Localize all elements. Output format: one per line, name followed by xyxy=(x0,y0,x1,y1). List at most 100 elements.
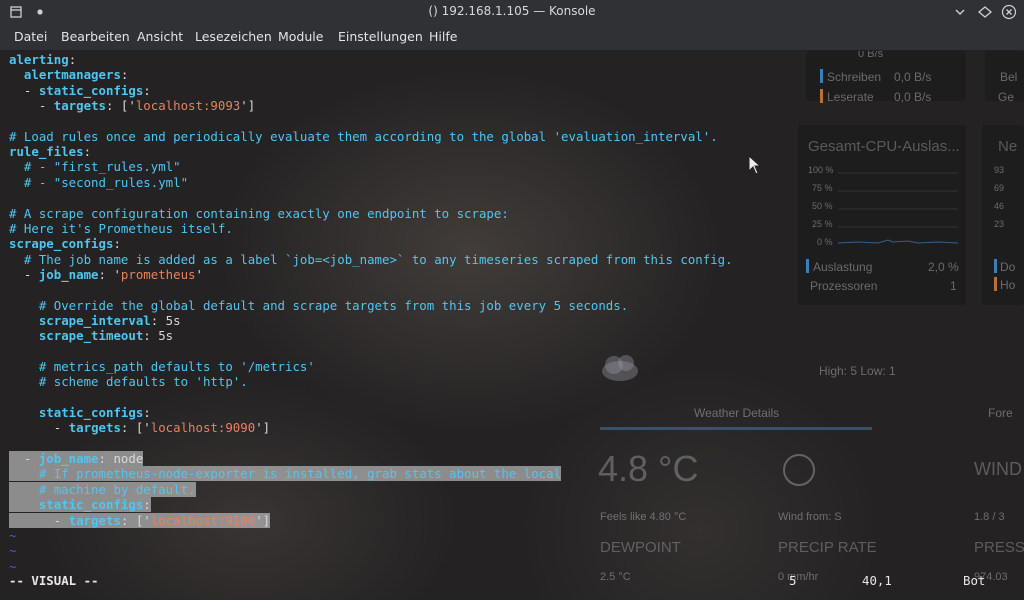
cpu-sparkline xyxy=(838,172,958,244)
net-tick-4: 23 xyxy=(994,219,1005,229)
code-line: # - "first_rules.yml" xyxy=(9,159,181,174)
code-token: prometheus xyxy=(120,266,196,282)
code-token: localhost:9090 xyxy=(150,420,256,436)
code-token: : [' xyxy=(120,420,151,436)
code-token: - xyxy=(9,266,39,282)
disk-right-fragment-1: Bel xyxy=(1000,70,1018,84)
code-line: # If prometheus-node-exporter is install… xyxy=(9,466,562,482)
code-line: static_configs: xyxy=(9,497,151,513)
code-token xyxy=(9,466,39,482)
code-token: : xyxy=(143,405,151,421)
code-token: scrape_timeout xyxy=(38,328,144,344)
terminal-view[interactable]: 0 B/s Schreiben 0,0 B/s Leserate 0,0 B/s… xyxy=(0,51,1024,600)
code-token: targets xyxy=(68,420,121,436)
code-line: # - "second_rules.yml" xyxy=(9,175,188,190)
code-token: # Override the global default and scrape… xyxy=(38,297,629,313)
cpu-processors-value: 1 xyxy=(950,279,957,293)
code-token: : 5s xyxy=(143,328,174,344)
code-token: localhost:9100 xyxy=(150,512,256,528)
maximize-icon[interactable] xyxy=(977,4,993,20)
title-bar: () 192.168.1.105 — Konsole xyxy=(0,0,1024,24)
menu-module[interactable]: Module xyxy=(278,29,323,44)
cpu-usage-value: 2,0 % xyxy=(928,260,959,274)
wind-from: Wind from: S xyxy=(778,511,842,523)
code-token: : xyxy=(143,497,151,513)
cpu-tick-75: 75 % xyxy=(812,183,833,193)
weather-tab-indicator xyxy=(600,427,872,430)
code-token: job_name xyxy=(38,266,99,282)
code-token: - xyxy=(9,451,39,467)
menu-datei[interactable]: Datei xyxy=(14,29,47,44)
code-token: # Load rules once and periodically evalu… xyxy=(9,128,718,144)
code-token: - xyxy=(9,98,54,114)
code-line: # The job name is added as a label `job=… xyxy=(9,252,733,267)
weather-forecast-tab: Fore xyxy=(988,406,1013,420)
menu-lesezeichen[interactable]: Lesezeichen xyxy=(195,29,272,44)
cpu-processors-label: Prozessoren xyxy=(810,279,878,293)
code-token: '] xyxy=(255,420,271,436)
cpu-tick-25: 25 % xyxy=(812,219,833,229)
code-token: alertmanagers xyxy=(23,67,121,83)
minimize-icon[interactable] xyxy=(952,4,968,20)
code-line: - job_name: 'prometheus' xyxy=(9,267,203,282)
cpu-tick-0: 0 % xyxy=(817,237,833,247)
code-token: static_configs xyxy=(38,497,144,513)
code-token: ' xyxy=(195,266,203,282)
code-line: # A scrape configuration containing exac… xyxy=(9,206,509,221)
code-token: # - "second_rules.yml" xyxy=(23,174,189,190)
menu-einstellungen[interactable]: Einstellungen xyxy=(338,29,423,44)
code-token: # The job name is added as a label `job=… xyxy=(23,251,733,267)
code-token: # If prometheus-node-exporter is install… xyxy=(38,466,562,482)
code-line: - targets: ['localhost:9100'] xyxy=(9,512,271,528)
mouse-pointer-icon xyxy=(748,155,762,175)
code-token xyxy=(9,497,39,513)
disk-right-fragment-2: Ge xyxy=(998,90,1015,104)
wind-direction-icon xyxy=(783,454,815,486)
pressure-label: PRESS xyxy=(974,539,1024,556)
vim-cursor-position: 40,1 xyxy=(862,573,892,588)
cloud-icon xyxy=(602,355,638,381)
code-line: # machine by default. xyxy=(9,481,196,497)
disk-write-value: 0,0 B/s xyxy=(894,70,932,84)
code-line: - targets: ['localhost:9093'] xyxy=(9,98,255,113)
menu-bearbeiten[interactable]: Bearbeiten xyxy=(61,29,130,44)
cpu-title: Gesamt-CPU-Auslas... xyxy=(808,138,960,155)
cpu-usage-label: Auslastung xyxy=(813,260,873,274)
wind-value: 1.8 / 3 xyxy=(974,511,1005,523)
weather-high-low: High: 5 Low: 1 xyxy=(819,364,896,378)
weather-temperature: 4.8 °C xyxy=(598,448,699,489)
code-line: scrape_interval: 5s xyxy=(9,313,181,328)
net-fragment-1: Do xyxy=(1000,260,1016,274)
code-token: - xyxy=(9,82,39,98)
close-icon[interactable] xyxy=(1001,4,1017,20)
code-token: # metrics_path defaults to '/metrics' xyxy=(38,359,315,374)
menu-hilfe[interactable]: Hilfe xyxy=(429,29,457,44)
net-tick-2: 69 xyxy=(994,183,1005,193)
code-token: : xyxy=(143,82,151,98)
vim-mode-indicator: -- VISUAL -- xyxy=(9,573,99,588)
cpu-tick-100: 100 % xyxy=(808,165,834,175)
code-token: scrape_interval xyxy=(38,312,151,328)
code-line: # scheme defaults to 'http'. xyxy=(9,374,248,389)
net-tick-3: 46 xyxy=(994,201,1005,211)
code-token: : ' xyxy=(98,266,121,282)
code-line: scrape_timeout: 5s xyxy=(9,328,173,343)
vim-scroll-position: Bot xyxy=(963,573,986,588)
empty-line-marker: ~ xyxy=(9,527,17,543)
precip-value: 0 mm/hr xyxy=(778,571,819,583)
code-line: - targets: ['localhost:9090'] xyxy=(9,420,270,435)
net-title-fragment: Ne xyxy=(998,138,1018,155)
code-token: : xyxy=(113,236,121,252)
menu-ansicht[interactable]: Ansicht xyxy=(137,29,183,44)
feels-like: Feels like 4.80 °C xyxy=(600,511,687,523)
disk-partial-value: 0 B/s xyxy=(858,51,884,60)
code-token: - xyxy=(9,512,69,528)
code-line: # Here it's Prometheus itself. xyxy=(9,221,233,236)
